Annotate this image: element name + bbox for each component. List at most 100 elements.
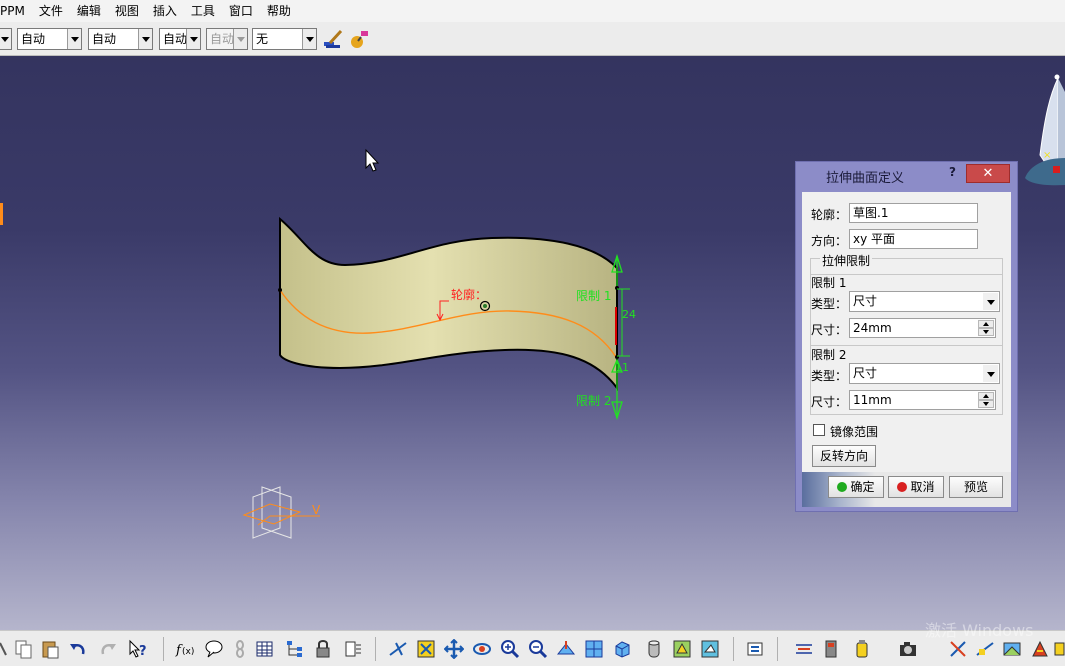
spin-down-icon[interactable] [978, 328, 994, 336]
zoom-in-icon[interactable] [500, 639, 520, 659]
measure-icon[interactable] [794, 639, 814, 659]
direction-field-value: xy 平面 [853, 232, 896, 246]
profile-field[interactable]: 草图.1 [849, 203, 978, 223]
menu-file[interactable]: 文件 [32, 0, 70, 22]
compass-icon[interactable]: × [1025, 74, 1065, 186]
menu-insert[interactable]: 插入 [146, 0, 184, 22]
preview-button[interactable]: 预览 [949, 476, 1003, 498]
3d-viewport[interactable]: 轮廓： 限制 1 限制 2 24 11 V × 拉伸曲面定义 ? ✕ 轮廓： 草… [0, 56, 1065, 630]
limit1-type-select[interactable]: 尺寸 [849, 291, 1000, 312]
spin-up-icon[interactable] [978, 392, 994, 400]
pan-icon[interactable] [444, 639, 464, 659]
fly-mode-icon[interactable] [388, 639, 408, 659]
toolbar-separator [733, 637, 734, 661]
chevron-down-icon [302, 29, 316, 49]
limit1-dim-label: 尺寸： [811, 323, 848, 337]
limit2-dimension-value[interactable]: 11 [615, 361, 629, 374]
lock-icon[interactable] [313, 639, 333, 659]
zoom-out-icon[interactable] [528, 639, 548, 659]
formula-icon[interactable]: f (x) [175, 639, 195, 659]
cancel-icon [897, 482, 908, 492]
ok-label: 确定 [850, 480, 875, 494]
reverse-direction-button[interactable]: 反转方向 [812, 445, 876, 467]
copy-icon[interactable] [14, 639, 34, 659]
hide-show-icon[interactable] [672, 639, 692, 659]
cancel-label: 取消 [910, 480, 935, 494]
more-icon[interactable] [1054, 639, 1065, 659]
shading-icon[interactable] [644, 639, 664, 659]
multi-view-icon[interactable] [584, 639, 604, 659]
mirror-extent-checkbox[interactable] [813, 424, 825, 436]
direction-field[interactable]: xy 平面 [849, 229, 978, 249]
profile-field-value: 草图.1 [853, 206, 889, 220]
update-icon[interactable] [746, 639, 766, 659]
cancel-button[interactable]: 取消 [888, 476, 944, 498]
menu-tools[interactable]: 工具 [184, 0, 222, 22]
linetype-combo[interactable]: 自动 [88, 28, 153, 50]
close-button[interactable]: ✕ [966, 164, 1010, 183]
chevron-down-icon [233, 29, 247, 49]
bottom-toolbar: ? f (x) 激活 Windows [0, 621, 1065, 666]
swap-space-icon[interactable] [700, 639, 720, 659]
painter-icon[interactable] [349, 28, 371, 50]
whats-this-icon[interactable]: ? [128, 639, 148, 659]
normal-view-icon[interactable] [556, 639, 576, 659]
ok-button[interactable]: 确定 [828, 476, 884, 498]
limit2-dim-spinner[interactable]: 11mm [849, 390, 996, 410]
svg-text:×: × [1043, 150, 1051, 161]
extruded-surface[interactable] [279, 216, 618, 392]
menu-ppm[interactable]: PPM [0, 0, 32, 22]
axis-v-label: V [312, 503, 321, 517]
camera-icon[interactable] [898, 639, 918, 659]
sketch-analysis-icon[interactable] [975, 639, 995, 659]
limit2-type-select[interactable]: 尺寸 [849, 363, 1000, 384]
chevron-down-icon [67, 29, 81, 49]
paintbrush-icon[interactable] [322, 28, 344, 50]
menu-window[interactable]: 窗口 [222, 0, 260, 22]
windows-activation-watermark: 激活 Windows [925, 621, 1034, 640]
color-combo-value: 自动 [21, 32, 46, 46]
tree-icon[interactable] [285, 639, 305, 659]
menu-edit[interactable]: 编辑 [70, 0, 108, 22]
mouse-cursor-icon [365, 148, 380, 172]
scan-icon[interactable] [343, 639, 363, 659]
direction-field-label: 方向： [811, 234, 848, 248]
fit-all-icon[interactable] [416, 639, 436, 659]
menu-help[interactable]: 帮助 [260, 0, 298, 22]
spin-down-icon[interactable] [978, 400, 994, 408]
cut-icon[interactable] [0, 639, 8, 659]
rotate-icon[interactable] [472, 639, 492, 659]
paste-icon[interactable] [40, 639, 60, 659]
table-icon[interactable] [255, 639, 275, 659]
close-icon: ✕ [982, 166, 994, 181]
measure-item-icon[interactable] [822, 639, 842, 659]
limit2-label[interactable]: 限制 2 [576, 394, 611, 408]
iso-view-icon[interactable] [612, 639, 632, 659]
lighting-icon[interactable] [1030, 639, 1050, 659]
limit1-dim-spinner[interactable]: 24mm [849, 318, 996, 338]
layer-combo[interactable]: 无 [252, 28, 317, 50]
thickness-combo[interactable]: 自动 [159, 28, 201, 50]
chevron-down-icon [138, 29, 152, 49]
constraint-icon[interactable] [948, 639, 968, 659]
limit1-header: 限制 1 [811, 276, 847, 290]
measure-inertia-icon[interactable] [852, 639, 872, 659]
layer-combo-value: 无 [256, 32, 269, 46]
help-button[interactable]: ? [949, 165, 956, 179]
limit2-type-label: 类型： [811, 369, 848, 383]
dialog-titlebar[interactable]: 拉伸曲面定义 ? ✕ [796, 162, 1017, 186]
boundary-icon[interactable] [1002, 639, 1022, 659]
limit1-label[interactable]: 限制 1 [576, 289, 611, 303]
color-combo[interactable]: 自动 [17, 28, 82, 50]
extrude-surface-dialog: 拉伸曲面定义 ? ✕ 轮廓： 草图.1 方向： xy 平面 拉伸限制 限制 1 … [795, 161, 1018, 512]
profile-start-point [278, 288, 282, 292]
menu-view[interactable]: 视图 [108, 0, 146, 22]
side-marker [0, 203, 3, 225]
spin-up-icon[interactable] [978, 320, 994, 328]
comment-icon[interactable] [204, 639, 224, 659]
point-combo-value: 自动 [210, 32, 235, 46]
limit1-dimension-value[interactable]: 24 [622, 308, 636, 321]
limit1-type-value: 尺寸 [853, 294, 878, 308]
truncated-combo[interactable] [0, 28, 12, 50]
undo-icon[interactable] [68, 639, 88, 659]
